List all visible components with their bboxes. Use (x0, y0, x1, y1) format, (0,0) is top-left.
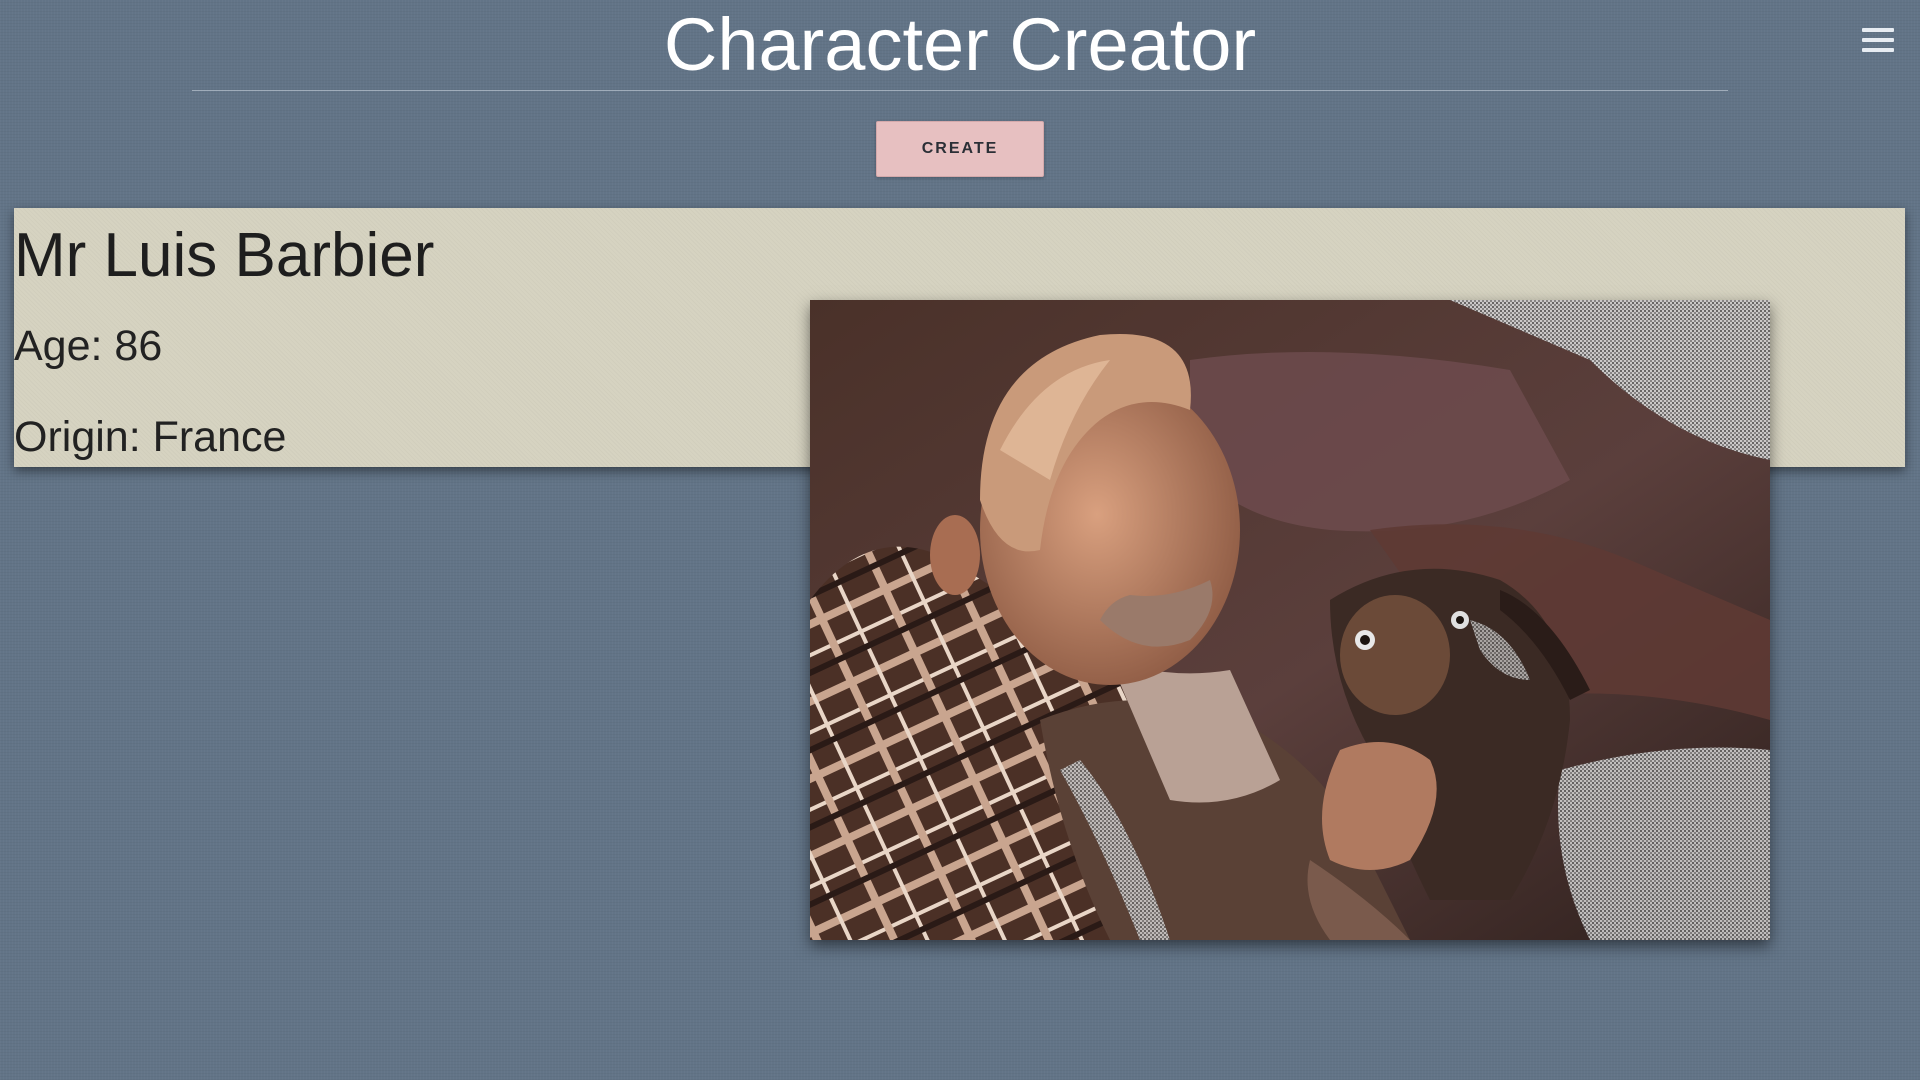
portrait-photo-illustration (810, 300, 1770, 940)
character-age: Age: 86 (14, 322, 163, 370)
menu-bar-bottom (1862, 48, 1894, 52)
character-origin: Origin: France (14, 413, 287, 461)
character-portrait-photo (810, 300, 1770, 940)
app-title: Character Creator (663, 3, 1257, 86)
character-name: Mr Luis Barbier (14, 221, 435, 290)
hamburger-menu-icon[interactable] (1862, 28, 1896, 58)
app-header: Character Creator (192, 0, 1728, 91)
menu-bar-middle (1862, 38, 1894, 42)
create-button[interactable]: CREATE (876, 121, 1044, 177)
menu-bar-top (1862, 28, 1894, 32)
